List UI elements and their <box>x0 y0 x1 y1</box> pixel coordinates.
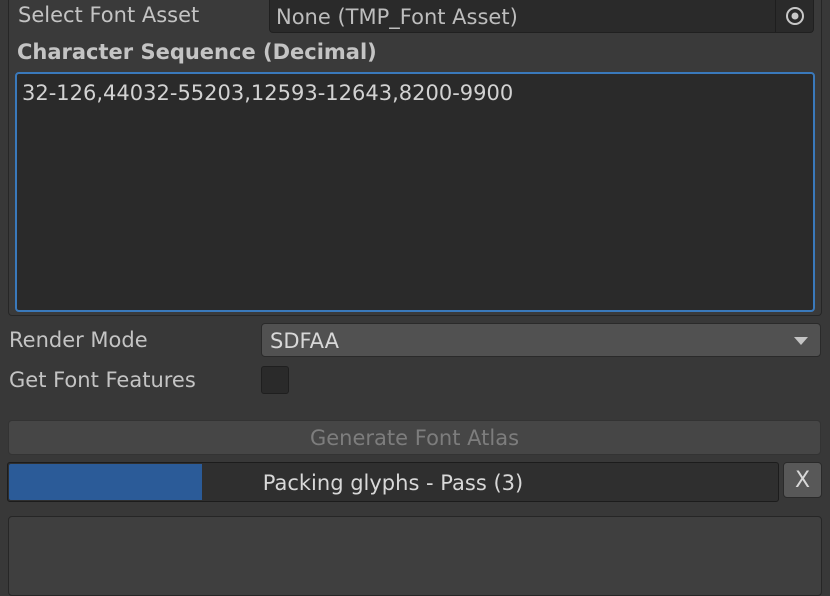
render-mode-label: Render Mode <box>9 328 148 352</box>
get-font-features-checkbox[interactable] <box>261 366 289 394</box>
font-asset-field[interactable]: None (TMP_Font Asset) <box>269 0 814 33</box>
generate-font-atlas-button[interactable]: Generate Font Atlas <box>8 420 821 455</box>
progress-bar: Packing glyphs - Pass (3) <box>7 462 779 502</box>
output-panel <box>8 516 822 596</box>
render-mode-dropdown[interactable]: SDFAA <box>261 323 821 357</box>
font-asset-value: None (TMP_Font Asset) <box>276 5 518 29</box>
character-sequence-label: Character Sequence (Decimal) <box>17 40 377 64</box>
object-picker-button[interactable] <box>775 0 813 32</box>
progress-status-text: Packing glyphs - Pass (3) <box>262 471 524 495</box>
object-picker-icon <box>786 7 804 25</box>
character-sequence-value: 32-126,44032-55203,12593-12643,8200-9900 <box>22 81 514 105</box>
character-sequence-input[interactable]: 32-126,44032-55203,12593-12643,8200-9900 <box>15 72 815 312</box>
cancel-button-label: X <box>794 467 811 493</box>
dropdown-arrow-icon <box>794 337 808 345</box>
render-mode-value: SDFAA <box>270 329 339 353</box>
select-font-asset-label: Select Font Asset <box>18 3 200 27</box>
generate-font-atlas-label: Generate Font Atlas <box>309 425 520 450</box>
cancel-button[interactable]: X <box>783 462 822 498</box>
get-font-features-label: Get Font Features <box>9 368 196 392</box>
